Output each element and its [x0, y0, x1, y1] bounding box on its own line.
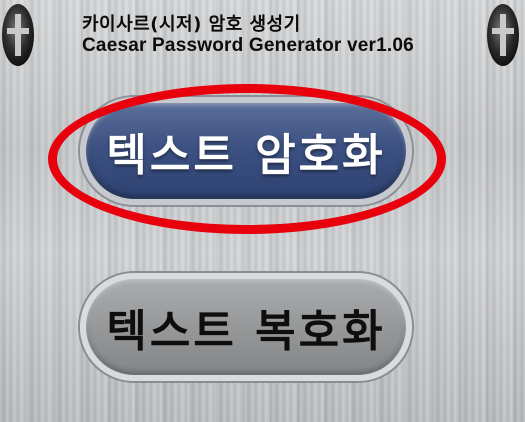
app-title: 카이사르(시저) 암호 생성기 Caesar Password Generato… [82, 14, 414, 56]
title-korean: 카이사르(시저) 암호 생성기 [82, 14, 301, 35]
cross-badge-icon [0, 2, 36, 68]
cross-badge-icon [485, 2, 521, 68]
title-english: Caesar Password Generator ver1.06 [82, 35, 414, 56]
decrypt-text-button[interactable]: 텍스트 복호화 [80, 273, 412, 381]
encrypt-text-button[interactable]: 텍스트 암호화 [80, 97, 412, 205]
